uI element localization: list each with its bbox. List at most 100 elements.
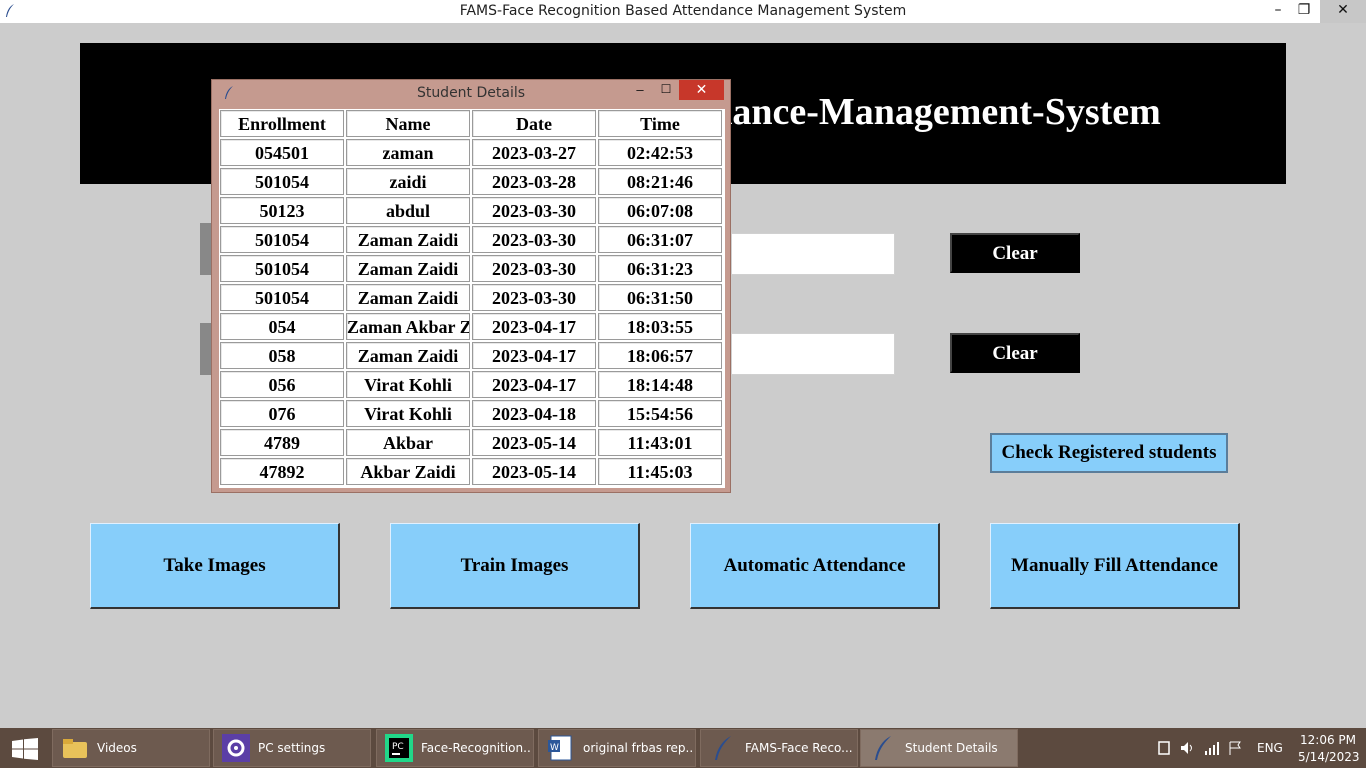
header-enrollment: Enrollment	[220, 110, 344, 137]
taskbar-item-label: Face-Recognition...	[421, 741, 531, 755]
cell-enrollment: 501054	[220, 226, 344, 253]
cell-time: 06:31:50	[598, 284, 722, 311]
popup-maximize-button[interactable]: ☐	[658, 80, 674, 100]
cell-name: Virat Kohli	[346, 400, 470, 427]
cell-name: Akbar Zaidi	[346, 458, 470, 485]
cell-enrollment: 054	[220, 313, 344, 340]
header-date: Date	[472, 110, 596, 137]
taskbar-item-label: FAMS-Face Reco...	[745, 741, 853, 755]
cell-enrollment: 054501	[220, 139, 344, 166]
check-registered-students-button[interactable]: Check Registered students	[990, 433, 1228, 473]
cell-time: 06:31:23	[598, 255, 722, 282]
student-details-table: Enrollment Name Date Time 054501 zaman 2023-03…	[219, 109, 725, 488]
cell-time: 02:42:53	[598, 139, 722, 166]
close-button[interactable]: ✕	[1320, 0, 1366, 23]
cell-name: Zaman Zaidi	[346, 226, 470, 253]
svg-text:PC: PC	[392, 742, 404, 752]
cell-time: 18:14:48	[598, 371, 722, 398]
cell-time: 06:07:08	[598, 197, 722, 224]
cell-date: 2023-03-30	[472, 197, 596, 224]
cell-name: abdul	[346, 197, 470, 224]
popup-minimize-button[interactable]: –	[632, 80, 648, 100]
cell-name: Akbar	[346, 429, 470, 456]
cell-date: 2023-03-28	[472, 168, 596, 195]
clock-time[interactable]: 12:06 PM	[1300, 733, 1356, 747]
word-icon: W	[548, 735, 572, 761]
take-images-button[interactable]: Take Images	[90, 523, 340, 609]
cell-name: Zaman Akbar Zaidi	[346, 313, 470, 340]
cell-name: Zaman Zaidi	[346, 284, 470, 311]
action-center-icon[interactable]	[1156, 741, 1172, 755]
cell-enrollment: 076	[220, 400, 344, 427]
cell-time: 18:03:55	[598, 313, 722, 340]
cell-time: 08:21:46	[598, 168, 722, 195]
header-time: Time	[598, 110, 722, 137]
cell-date: 2023-03-30	[472, 226, 596, 253]
cell-time: 06:31:07	[598, 226, 722, 253]
enrollment-input[interactable]	[731, 233, 895, 275]
cell-enrollment: 501054	[220, 168, 344, 195]
svg-text:W: W	[550, 743, 559, 753]
train-images-button[interactable]: Train Images	[390, 523, 640, 609]
clear-name-button[interactable]: Clear	[950, 333, 1080, 373]
taskbar-item[interactable]: Student Details	[860, 729, 1018, 767]
cell-time: 18:06:57	[598, 342, 722, 369]
feather-icon	[715, 736, 731, 760]
cell-date: 2023-05-14	[472, 429, 596, 456]
cell-date: 2023-03-27	[472, 139, 596, 166]
header-name: Name	[346, 110, 470, 137]
cell-name: Virat Kohli	[346, 371, 470, 398]
window-titlebar: FAMS-Face Recognition Based Attendance M…	[0, 0, 1366, 23]
pycharm-icon: PC	[385, 734, 413, 762]
window-title: FAMS-Face Recognition Based Attendance M…	[459, 3, 907, 19]
cell-date: 2023-03-30	[472, 255, 596, 282]
cell-date: 2023-04-18	[472, 400, 596, 427]
taskbar-item-label: original frbas rep...	[583, 741, 693, 755]
cell-enrollment: 501054	[220, 255, 344, 282]
name-input[interactable]	[731, 333, 895, 375]
taskbar-item-label: PC settings	[258, 741, 326, 755]
clear-enrollment-button[interactable]: Clear	[950, 233, 1080, 273]
maximize-button[interactable]: ❐	[1290, 0, 1318, 23]
volume-icon[interactable]	[1180, 741, 1196, 755]
taskbar-item-label: Student Details	[905, 741, 998, 755]
cell-enrollment: 058	[220, 342, 344, 369]
minimize-button[interactable]: –	[1264, 0, 1292, 23]
network-signal-icon[interactable]	[1204, 741, 1220, 755]
cell-date: 2023-04-17	[472, 342, 596, 369]
popup-title: Student Details	[416, 85, 526, 101]
popup-close-button[interactable]: ✕	[679, 80, 724, 100]
taskbar-item[interactable]: PC Face-Recognition...	[376, 729, 534, 767]
cell-date: 2023-04-17	[472, 313, 596, 340]
cell-name: zaidi	[346, 168, 470, 195]
language-indicator[interactable]: ENG	[1257, 741, 1283, 755]
cell-name: Zaman Zaidi	[346, 342, 470, 369]
manual-attendance-button[interactable]: Manually Fill Attendance	[990, 523, 1240, 609]
windows-start-icon[interactable]	[12, 738, 38, 760]
gear-icon	[222, 734, 250, 762]
cell-date: 2023-05-14	[472, 458, 596, 485]
cell-name: Zaman Zaidi	[346, 255, 470, 282]
taskbar-item[interactable]: Woriginal frbas rep...	[538, 729, 696, 767]
cell-date: 2023-03-30	[472, 284, 596, 311]
cell-time: 15:54:56	[598, 400, 722, 427]
taskbar-item[interactable]: PC settings	[213, 729, 371, 767]
taskbar: Videos PC settings PC Face-Recognition... Wo…	[0, 728, 1366, 768]
flag-icon[interactable]	[1228, 741, 1244, 755]
cell-enrollment: 4789	[220, 429, 344, 456]
taskbar-item-label: Videos	[97, 741, 137, 755]
automatic-attendance-button[interactable]: Automatic Attendance	[690, 523, 940, 609]
cell-time: 11:45:03	[598, 458, 722, 485]
taskbar-item[interactable]: Videos	[52, 729, 210, 767]
cell-enrollment: 056	[220, 371, 344, 398]
folder-icon	[63, 739, 87, 758]
cell-time: 11:43:01	[598, 429, 722, 456]
cell-enrollment: 501054	[220, 284, 344, 311]
student-details-window: Student Details – ☐ ✕ Enrollment Name Date…	[211, 79, 731, 493]
cell-enrollment: 50123	[220, 197, 344, 224]
clock-date[interactable]: 5/14/2023	[1298, 750, 1360, 764]
cell-date: 2023-04-17	[472, 371, 596, 398]
cell-name: zaman	[346, 139, 470, 166]
taskbar-item[interactable]: FAMS-Face Reco...	[700, 729, 858, 767]
feather-icon	[875, 736, 891, 760]
